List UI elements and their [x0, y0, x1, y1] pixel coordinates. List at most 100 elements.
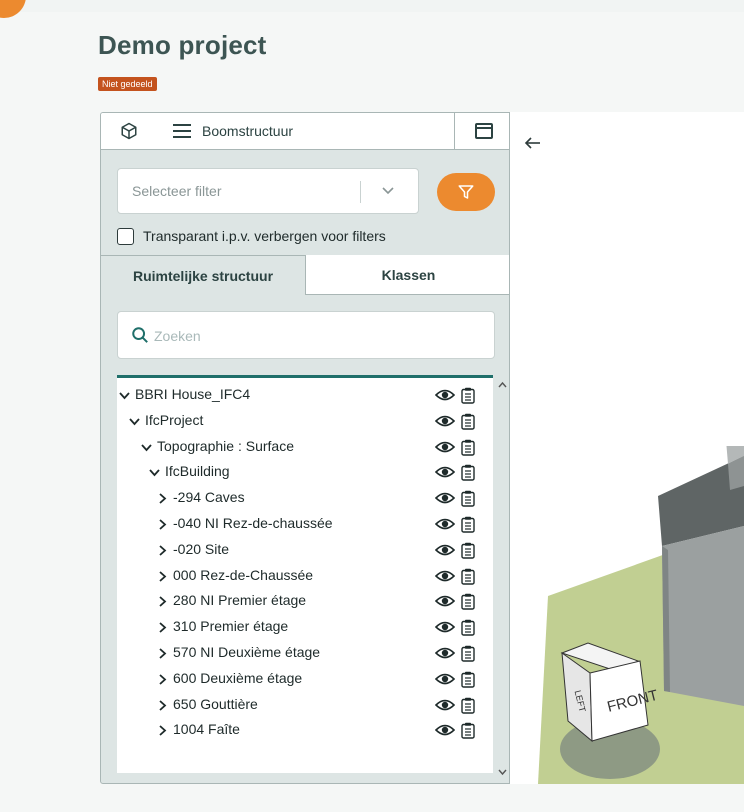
building-wall-front	[662, 526, 744, 706]
chevron-down-icon[interactable]	[129, 416, 140, 427]
chevron-down-icon[interactable]	[149, 467, 160, 478]
tree-row-label: IfcProject	[145, 411, 204, 428]
search-input[interactable]	[152, 324, 476, 348]
eye-icon[interactable]	[435, 388, 455, 402]
eye-icon[interactable]	[435, 440, 455, 454]
tree-row[interactable]: 570 NI Deuxième étage	[117, 640, 493, 666]
tree-row[interactable]: 1004 Faîte	[117, 717, 493, 743]
eye-icon[interactable]	[435, 543, 455, 557]
clipboard-icon[interactable]	[461, 568, 475, 585]
sharing-status-badge: Niet gedeeld	[98, 77, 157, 91]
tree-row-label: 1004 Faîte	[173, 721, 240, 738]
funnel-icon	[458, 185, 474, 199]
filter-select[interactable]: Selecteer filter	[117, 168, 419, 214]
eye-icon[interactable]	[435, 569, 455, 583]
chevron-right-icon[interactable]	[157, 545, 168, 556]
clipboard-icon[interactable]	[461, 439, 475, 456]
tree-row[interactable]: 000 Rez-de-Chaussée	[117, 563, 493, 589]
eye-icon[interactable]	[435, 414, 455, 428]
search-icon	[132, 327, 148, 343]
tab-spatial-structure[interactable]: Ruimtelijke structuur	[101, 255, 306, 295]
chevron-right-icon[interactable]	[157, 570, 168, 582]
chevron-right-icon[interactable]	[157, 648, 168, 659]
arrow-left-icon[interactable]	[524, 136, 542, 150]
chevron-down-icon[interactable]	[141, 442, 152, 453]
clipboard-icon[interactable]	[461, 697, 475, 714]
tab-tree-structure-label: Boomstructuur	[202, 123, 294, 139]
eye-icon[interactable]	[435, 517, 455, 531]
clipboard-icon[interactable]	[461, 722, 475, 740]
eye-icon[interactable]	[435, 646, 455, 660]
tab-window[interactable]	[454, 113, 509, 149]
tab-3d-model[interactable]	[101, 113, 158, 149]
clipboard-icon[interactable]	[461, 671, 475, 688]
tree-row[interactable]: -020 Site	[117, 537, 493, 563]
tree-row-label: BBRI House_IFC4	[135, 386, 251, 402]
chevron-right-icon[interactable]	[157, 493, 168, 504]
tree-row[interactable]: 650 Gouttière	[117, 692, 493, 718]
tree-row[interactable]: 310 Premier étage	[117, 614, 493, 640]
eye-icon[interactable]	[435, 594, 455, 608]
clipboard-icon[interactable]	[461, 645, 475, 662]
apply-filter-button[interactable]	[437, 173, 495, 211]
tree-row-label: 600 Deuxième étage	[173, 669, 303, 686]
tree-row[interactable]: -040 NI Rez-de-chaussée	[117, 511, 493, 537]
structure-tabs: Ruimtelijke structuur Klassen	[101, 255, 509, 295]
tree-row-label: 310 Premier étage	[173, 618, 289, 635]
clipboard-icon[interactable]	[461, 413, 475, 430]
chevron-right-icon[interactable]	[157, 674, 168, 685]
eye-icon[interactable]	[435, 672, 455, 686]
tree-row[interactable]: IfcProject	[117, 408, 493, 434]
tree-view: BBRI House_IFC4 IfcProject Topographie : S…	[117, 375, 493, 773]
tree-row-label: -020 Site	[173, 540, 230, 557]
eye-icon[interactable]	[435, 491, 455, 505]
eye-icon[interactable]	[435, 620, 455, 634]
transparent-checkbox[interactable]	[117, 227, 134, 245]
tree-row-label: 280 NI Premier étage	[173, 592, 307, 609]
chevron-right-icon[interactable]	[157, 622, 168, 633]
clipboard-icon[interactable]	[461, 593, 475, 611]
clipboard-icon[interactable]	[461, 464, 475, 482]
scroll-up-icon[interactable]	[498, 381, 507, 388]
model-tree-panel: Boomstructuur Selecteer filter Transpara…	[100, 112, 510, 784]
tree-row-label: 570 NI Deuxième étage	[173, 643, 321, 660]
eye-icon[interactable]	[435, 723, 455, 737]
tree-row[interactable]: 600 Deuxième étage	[117, 666, 493, 692]
tree-scrollbar[interactable]	[494, 375, 509, 783]
transparent-option[interactable]: Transparant i.p.v. verbergen voor filter…	[117, 225, 386, 247]
tree-row-label: -040 NI Rez-de-chaussée	[173, 514, 333, 531]
tree-row-label: 000 Rez-de-Chaussée	[173, 566, 314, 583]
scroll-down-icon[interactable]	[498, 769, 507, 776]
tab-tree-structure[interactable]: Boomstructuur	[157, 113, 454, 149]
chevron-right-icon[interactable]	[157, 596, 168, 608]
navigation-cube[interactable]: FRONT LEFT	[560, 639, 670, 789]
tree-row[interactable]: -294 Caves	[117, 485, 493, 511]
filter-select-placeholder: Selecteer filter	[132, 183, 222, 199]
tree-row[interactable]: IfcBuilding	[117, 459, 493, 485]
tree-search[interactable]	[117, 311, 495, 359]
top-bar	[0, 0, 744, 12]
clipboard-icon[interactable]	[461, 619, 475, 636]
clipboard-icon[interactable]	[461, 490, 475, 507]
tree-row[interactable]: Topographie : Surface	[117, 434, 493, 460]
tree-list: BBRI House_IFC4 IfcProject Topographie : S…	[117, 382, 493, 743]
clipboard-icon[interactable]	[461, 387, 475, 404]
eye-icon[interactable]	[435, 698, 455, 712]
tree-row[interactable]: BBRI House_IFC4	[117, 382, 493, 408]
window-icon	[474, 123, 493, 139]
tree-row-label: IfcBuilding	[165, 463, 230, 480]
chevron-right-icon[interactable]	[157, 725, 168, 737]
tree-row-label: -294 Caves	[173, 489, 245, 506]
menu-icon	[173, 124, 191, 138]
chevron-right-icon[interactable]	[157, 519, 168, 530]
chevron-down-icon	[382, 187, 394, 195]
eye-icon[interactable]	[435, 465, 455, 479]
3d-viewer[interactable]: FRONT LEFT	[510, 112, 744, 784]
chevron-down-icon[interactable]	[119, 390, 130, 401]
clipboard-icon[interactable]	[461, 516, 475, 533]
tree-row-label: Topographie : Surface	[157, 437, 294, 454]
chevron-right-icon[interactable]	[157, 699, 168, 711]
clipboard-icon[interactable]	[461, 542, 475, 559]
tab-classes[interactable]: Klassen	[306, 255, 509, 295]
tree-row[interactable]: 280 NI Premier étage	[117, 588, 493, 614]
